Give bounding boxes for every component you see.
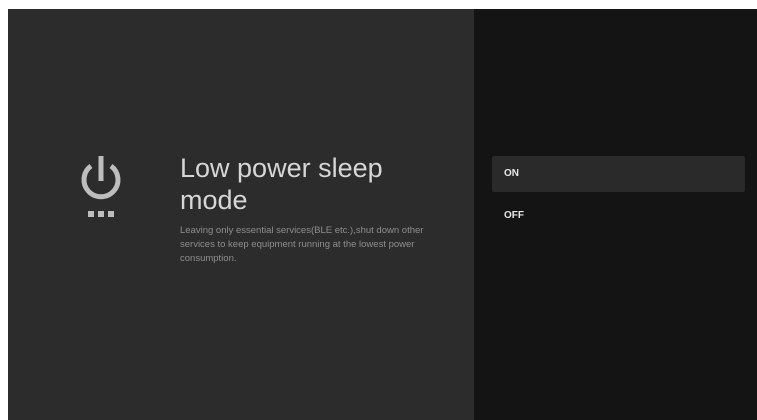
option-label: OFF xyxy=(504,210,524,221)
option-on[interactable]: ON xyxy=(492,156,745,192)
settings-screen: Low power sleep mode Leaving only essent… xyxy=(8,9,757,420)
option-off[interactable]: OFF xyxy=(492,198,745,234)
setting-description: Leaving only essential services(BLE etc.… xyxy=(180,225,424,264)
page-title: Low power sleep mode xyxy=(180,153,383,215)
options-panel: ON OFF xyxy=(474,9,757,420)
option-label: ON xyxy=(504,168,519,179)
power-standby-icon xyxy=(81,156,121,217)
setting-info-panel: Low power sleep mode Leaving only essent… xyxy=(8,9,474,420)
option-list: ON OFF xyxy=(492,156,745,240)
